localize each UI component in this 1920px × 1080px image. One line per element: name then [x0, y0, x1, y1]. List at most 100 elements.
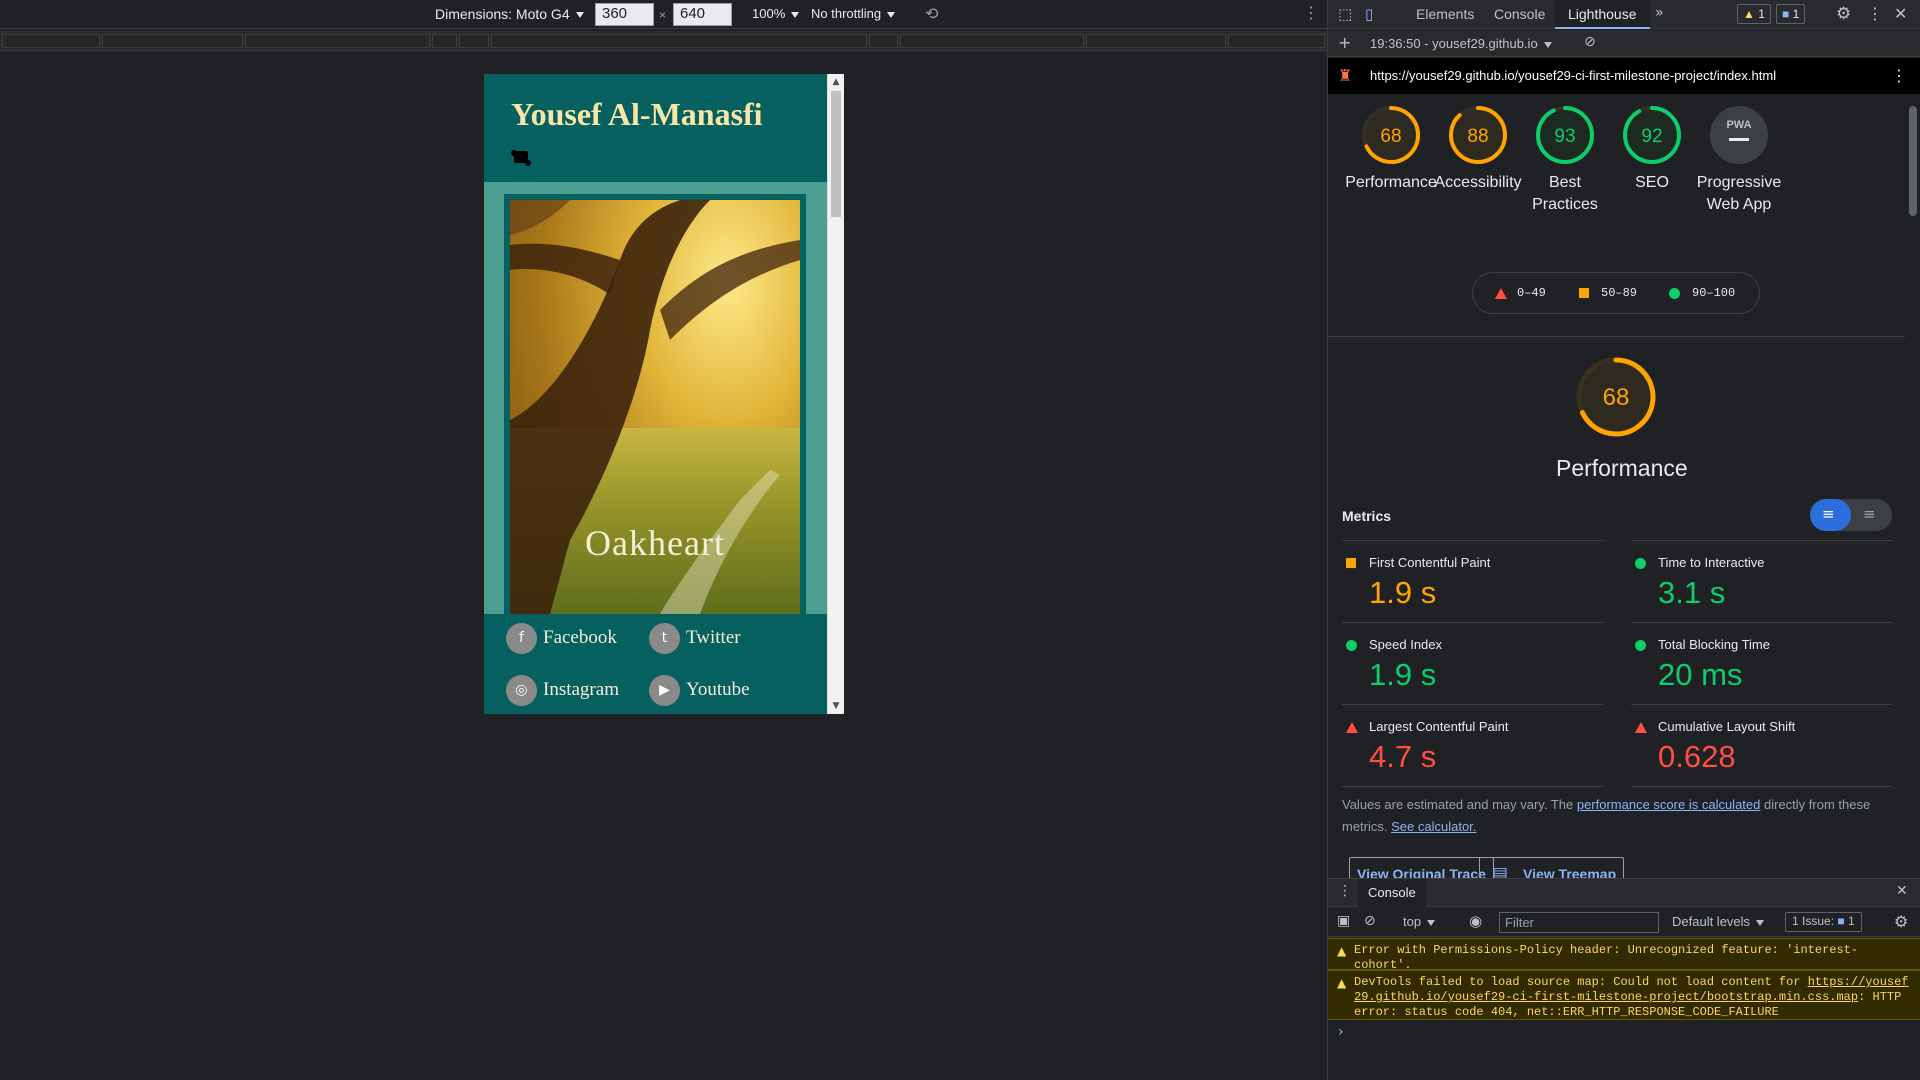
dimensions-dropdown[interactable]: Dimensions: Moto G4: [435, 6, 584, 22]
youtube-link[interactable]: ▶ Youtube: [649, 674, 750, 706]
score-gauge-performance[interactable]: 68 Performance: [1341, 104, 1441, 194]
device-scrollbar[interactable]: ▲ ▼: [827, 74, 844, 714]
facebook-link[interactable]: f Facebook: [506, 622, 617, 654]
gauge-score: 68: [1380, 126, 1401, 147]
media-query-segment[interactable]: [245, 34, 430, 48]
inspect-element-icon[interactable]: ⬚: [1338, 5, 1352, 23]
media-query-bar: [0, 31, 1327, 51]
metric-value: 20 ms: [1658, 657, 1743, 692]
eye-icon[interactable]: ◉: [1469, 912, 1482, 930]
expanded-view-icon[interactable]: ≡: [1863, 505, 1876, 523]
main-score: 68: [1603, 384, 1630, 411]
sidebar-toggle-icon[interactable]: ▣: [1337, 913, 1350, 929]
gear-icon[interactable]: ⚙: [1894, 912, 1908, 931]
more-options-icon[interactable]: ⋮: [1303, 3, 1319, 22]
hero-caption: Oakheart: [585, 523, 725, 563]
close-icon[interactable]: ✕: [1896, 883, 1908, 899]
twitter-link[interactable]: t Twitter: [649, 622, 741, 654]
tab-elements[interactable]: Elements: [1403, 0, 1487, 29]
console-prompt[interactable]: ›: [1338, 1024, 1344, 1040]
tab-console[interactable]: Console: [1481, 0, 1558, 29]
more-options-icon[interactable]: ⋮: [1867, 4, 1883, 23]
gauge-label: Best Practices: [1532, 174, 1598, 213]
tab-lighthouse[interactable]: Lighthouse: [1555, 0, 1650, 29]
scrollbar-thumb[interactable]: [1909, 106, 1917, 216]
metric-name: Total Blocking Time: [1658, 637, 1770, 652]
throttling-dropdown[interactable]: No throttling: [811, 6, 896, 21]
media-query-segment[interactable]: [491, 34, 867, 48]
site-title[interactable]: Yousef Al-Manasfi: [511, 96, 763, 133]
clear-icon[interactable]: ⊘: [1584, 34, 1596, 50]
score-gauge-seo[interactable]: 92 SEO: [1602, 104, 1702, 194]
metric-name: Largest Contentful Paint: [1369, 719, 1509, 734]
issues-label: 1 Issue:: [1792, 914, 1835, 928]
score-gauge-progressive-web-app[interactable]: PWA Progressive Web App: [1689, 104, 1789, 216]
media-query-segment[interactable]: [1086, 34, 1226, 48]
log-levels-dropdown[interactable]: Default levels: [1672, 914, 1765, 929]
scroll-up-icon[interactable]: ▲: [828, 74, 844, 90]
gauge-ring: PWA: [1710, 106, 1768, 164]
square-icon: [1579, 288, 1589, 298]
gauge-label: SEO: [1635, 174, 1669, 191]
metric-total-blocking-time: Total Blocking Time 20 ms: [1631, 622, 1892, 704]
metric-largest-contentful-paint: Largest Contentful Paint 4.7 s: [1342, 704, 1603, 786]
metrics-note: Values are estimated and may vary. The p…: [1342, 794, 1892, 838]
instagram-icon: ◎: [506, 674, 537, 706]
throttling-label: No throttling: [811, 6, 882, 21]
score-gauge-accessibility[interactable]: 88 Accessibility: [1428, 104, 1528, 194]
media-query-segment[interactable]: [900, 34, 1084, 48]
more-tabs-icon[interactable]: »: [1655, 5, 1664, 21]
media-query-segment[interactable]: [869, 34, 898, 48]
close-icon[interactable]: ✕: [1894, 4, 1907, 23]
media-query-segment[interactable]: [1228, 34, 1325, 48]
gear-icon[interactable]: ⚙: [1836, 4, 1851, 24]
device-toolbar-icon[interactable]: ▯: [1365, 5, 1373, 23]
report-time: 19:36:50 - yousef29.github.io: [1370, 36, 1538, 51]
rotate-icon[interactable]: ⟲: [925, 4, 938, 23]
console-warning[interactable]: ▲ Error with Permissions-Policy header: U…: [1328, 938, 1920, 972]
metric-cumulative-layout-shift: Cumulative Layout Shift 0.628: [1631, 704, 1892, 786]
scrollbar-thumb[interactable]: [831, 91, 841, 217]
performance-ring: 68: [1576, 357, 1656, 437]
media-query-segment[interactable]: [2, 34, 100, 48]
gauge-ring: 68: [1362, 106, 1420, 164]
legend-pass: 90–100: [1669, 286, 1735, 300]
report-url[interactable]: https://yousef29.github.io/yousef29-ci-f…: [1370, 68, 1776, 83]
width-input[interactable]: 360: [595, 3, 654, 26]
more-options-icon[interactable]: ⋮: [1891, 66, 1907, 85]
media-query-segment[interactable]: [459, 34, 489, 48]
twitter-icon: t: [649, 622, 680, 654]
plus-icon[interactable]: +: [1338, 33, 1351, 52]
view-treemap-button[interactable]: ▤ View Treemap: [1479, 857, 1625, 878]
performance-score-link[interactable]: performance score is calculated: [1577, 797, 1761, 812]
console-filter-input[interactable]: Filter: [1499, 912, 1659, 933]
report-selector[interactable]: 19:36:50 - yousef29.github.io: [1370, 36, 1552, 51]
warnings-badge[interactable]: ▲ 1: [1737, 4, 1771, 24]
report-scrollbar[interactable]: [1905, 94, 1920, 878]
score-gauge-best-practices[interactable]: 93 Best Practices: [1515, 104, 1615, 216]
circle-icon: [1635, 558, 1646, 569]
scroll-down-icon[interactable]: ▼: [828, 698, 844, 714]
emulated-device-viewport: Yousef Al-Manasfi Oakheart f Facebook t …: [484, 74, 844, 714]
height-input[interactable]: 640: [673, 3, 732, 26]
issues-button[interactable]: 1 Issue: ■ 1: [1785, 912, 1862, 932]
metrics-view-toggle[interactable]: ≡ ≡: [1810, 499, 1892, 531]
more-options-icon[interactable]: ⋮: [1338, 883, 1352, 899]
metric-value: 0.628: [1658, 739, 1736, 774]
context-selector[interactable]: top: [1403, 914, 1436, 929]
clear-console-icon[interactable]: ⊘: [1364, 913, 1376, 929]
chevron-down-icon: [1543, 41, 1552, 48]
metric-time-to-interactive: Time to Interactive 3.1 s: [1631, 540, 1892, 622]
drawer-tab-console[interactable]: Console: [1358, 879, 1426, 907]
instagram-link[interactable]: ◎ Instagram: [506, 674, 619, 706]
zoom-dropdown[interactable]: 100%: [752, 6, 800, 21]
view-original-trace-button[interactable]: View Original Trace: [1349, 857, 1494, 878]
see-calculator-link[interactable]: See calculator.: [1391, 819, 1476, 834]
console-warning[interactable]: ▲ DevTools failed to load source map: Cou…: [1328, 970, 1920, 1020]
media-query-segment[interactable]: [102, 34, 243, 48]
messages-badge[interactable]: ■ 1: [1776, 4, 1806, 24]
compact-view-button[interactable]: ≡: [1810, 499, 1851, 531]
legend-range: 50–89: [1601, 286, 1638, 300]
scroll-icon[interactable]: [510, 149, 532, 167]
media-query-segment[interactable]: [432, 34, 457, 48]
